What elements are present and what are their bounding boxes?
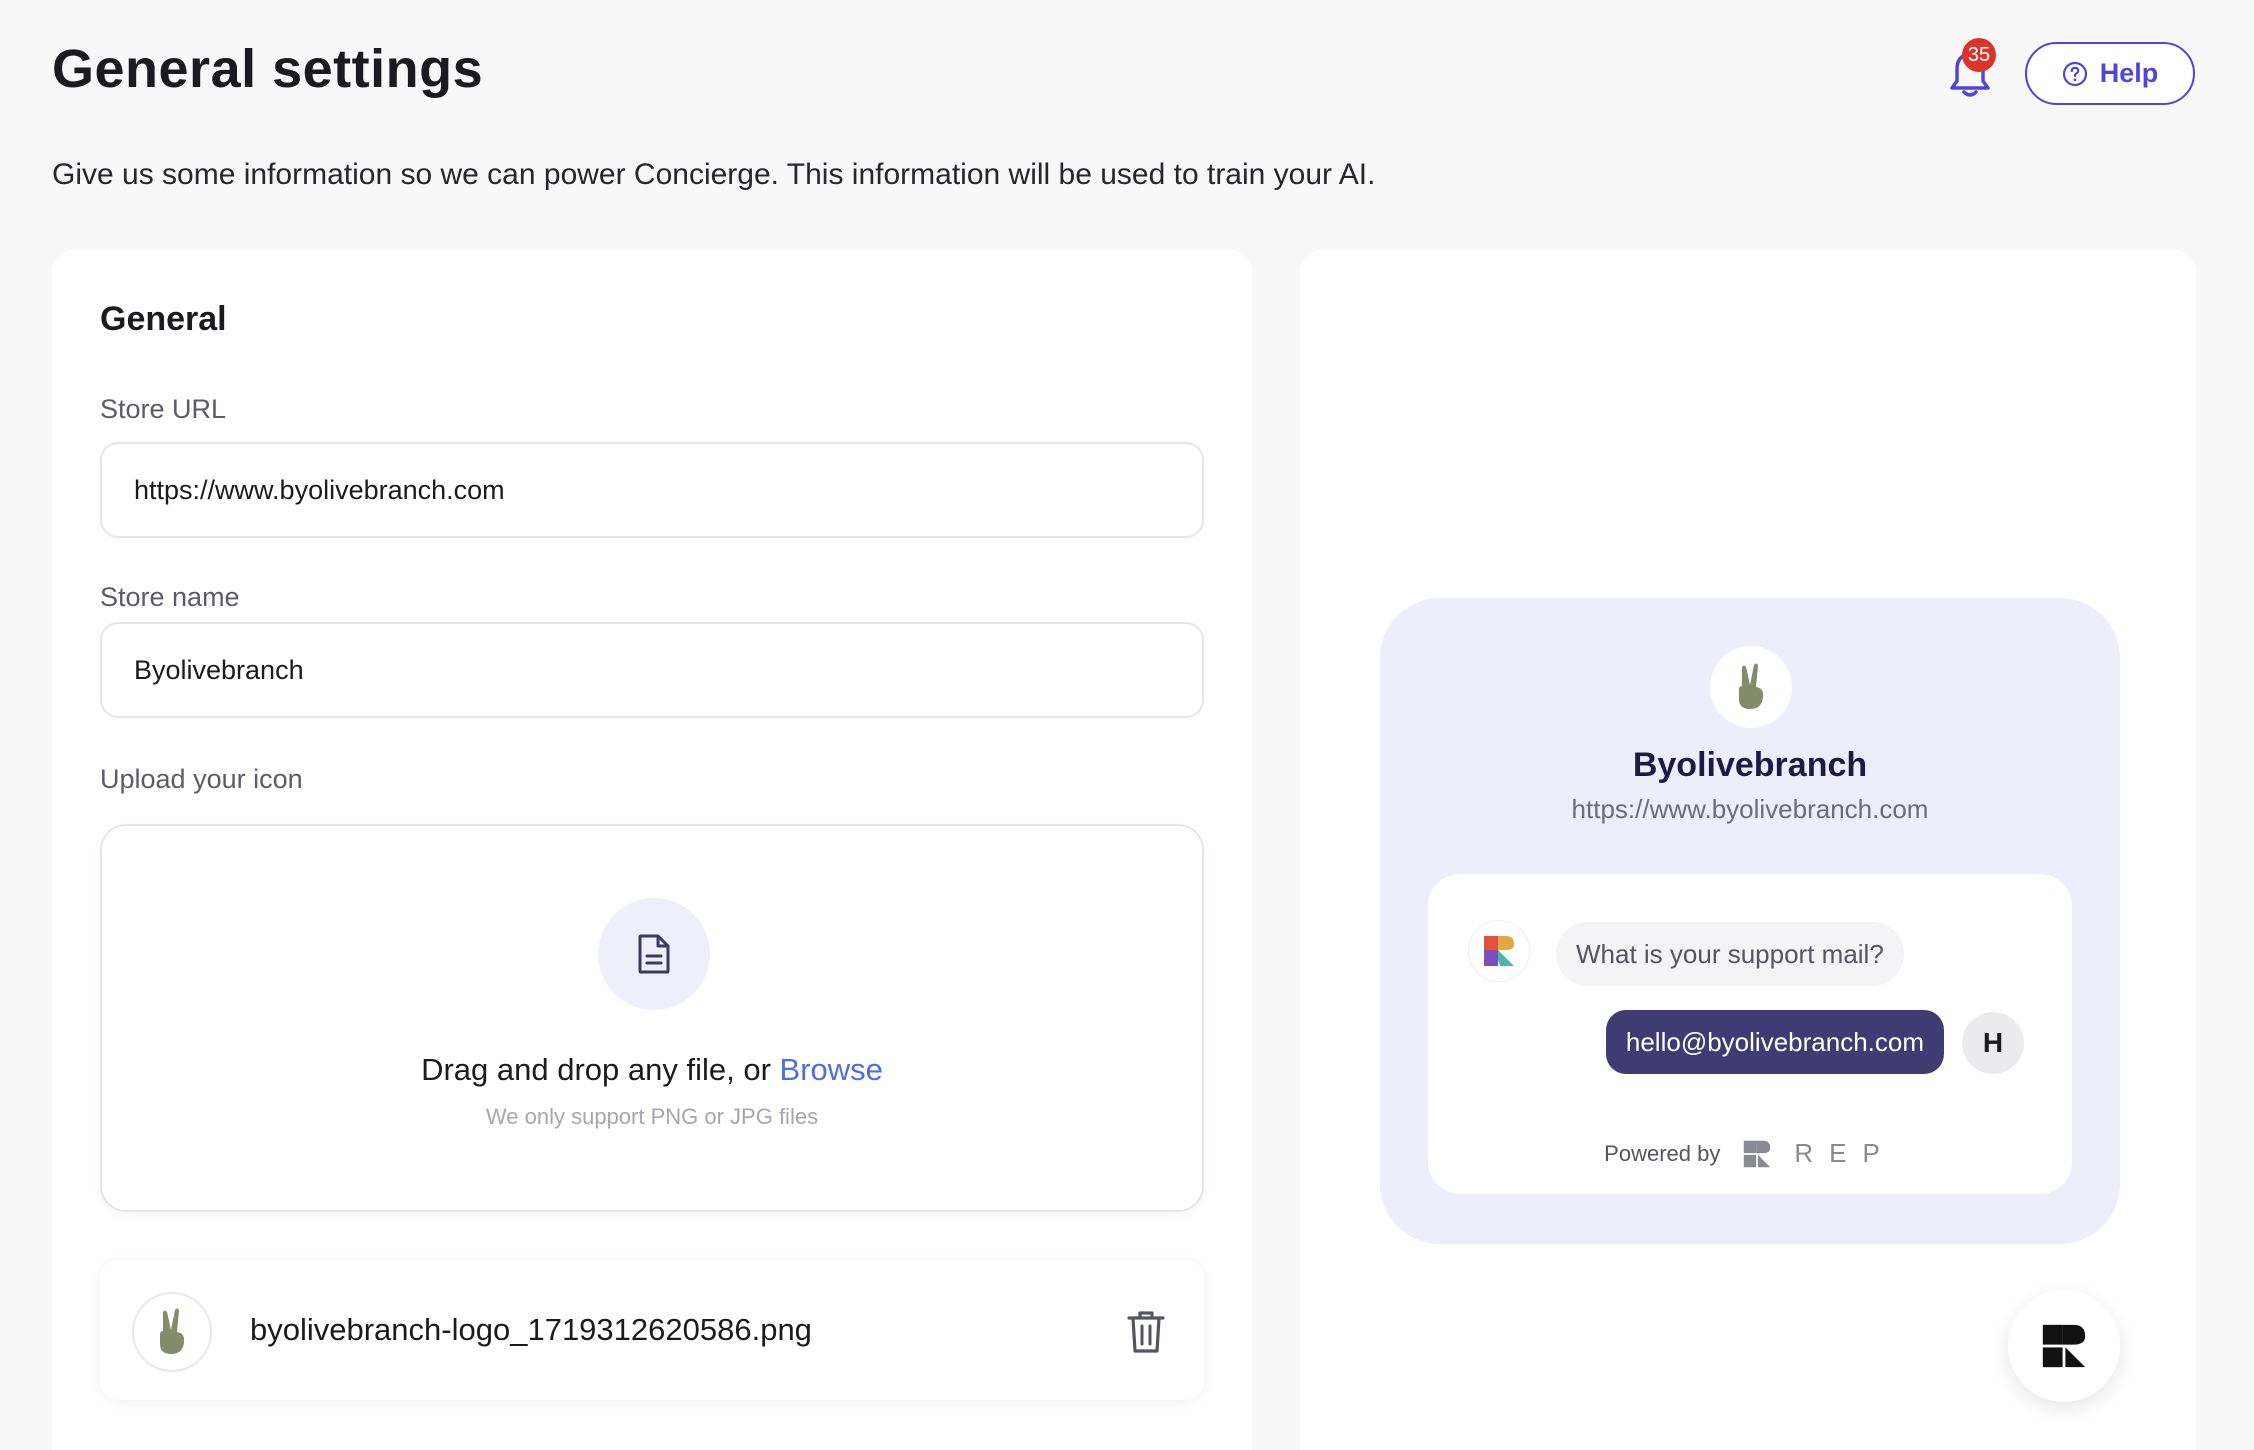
store-url-input[interactable]: [100, 442, 1204, 538]
user-avatar: H: [1962, 1012, 2024, 1074]
dropzone-instruction: Drag and drop any file, or: [421, 1052, 771, 1087]
uploaded-file-row: byolivebranch-logo_1719312620586.png: [100, 1260, 1204, 1400]
file-icon-circle: [598, 898, 710, 1010]
page-subtitle: Give us some information so we can power…: [52, 158, 1376, 191]
rep-wordmark: REP: [1794, 1138, 1896, 1168]
notification-badge: 35: [1962, 38, 1996, 72]
bot-avatar: [1468, 920, 1530, 982]
rep-logo-icon: [1484, 936, 1514, 966]
store-avatar: [1710, 646, 1792, 728]
powered-by-label: Powered by: [1604, 1140, 1721, 1166]
bot-message: What is your support mail?: [1556, 922, 1904, 986]
browse-link[interactable]: Browse: [780, 1052, 883, 1087]
store-name-input[interactable]: [100, 622, 1204, 718]
file-thumbnail: [132, 1292, 212, 1372]
page-title: General settings: [52, 39, 484, 99]
dropzone-text: Drag and drop any file, or Browse: [102, 1052, 1202, 1088]
trash-icon[interactable]: [1126, 1310, 1166, 1354]
page: General settings 35 Help Give us some in…: [0, 0, 2254, 1450]
document-icon: [638, 934, 670, 974]
rep-logo-icon: [2042, 1324, 2086, 1368]
file-dropzone[interactable]: Drag and drop any file, or Browse We onl…: [100, 824, 1204, 1212]
chat-card: What is your support mail? hello@byolive…: [1428, 874, 2072, 1194]
rep-mark-icon: [1744, 1140, 1771, 1167]
store-url-label: Store URL: [100, 394, 227, 424]
help-button[interactable]: Help: [2025, 42, 2195, 105]
help-icon: [2062, 61, 2087, 86]
general-card: General Store URL Store name Upload your…: [52, 250, 1252, 1450]
upload-icon-label: Upload your icon: [100, 764, 303, 794]
file-name: byolivebranch-logo_1719312620586.png: [250, 1312, 812, 1347]
peace-hand-icon: [160, 1308, 185, 1354]
preview-store-url: https://www.byolivebranch.com: [1571, 794, 1929, 824]
help-label: Help: [2099, 58, 2159, 88]
store-name-label: Store name: [100, 582, 240, 612]
chat-launcher-button[interactable]: [2008, 1290, 2120, 1402]
preview-card: Byolivebranch https://www.byolivebranch.…: [1300, 250, 2196, 1450]
chat-widget-preview: Byolivebranch https://www.byolivebranch.…: [1380, 598, 2120, 1244]
dropzone-hint: We only support PNG or JPG files: [485, 1104, 819, 1129]
preview-store-name: Byolivebranch: [1632, 746, 1868, 784]
powered-by: Powered by REP: [1428, 1138, 2072, 1169]
user-message: hello@byolivebranch.com: [1605, 1010, 1944, 1074]
peace-hand-icon: [1739, 663, 1764, 709]
section-title: General: [100, 300, 227, 338]
